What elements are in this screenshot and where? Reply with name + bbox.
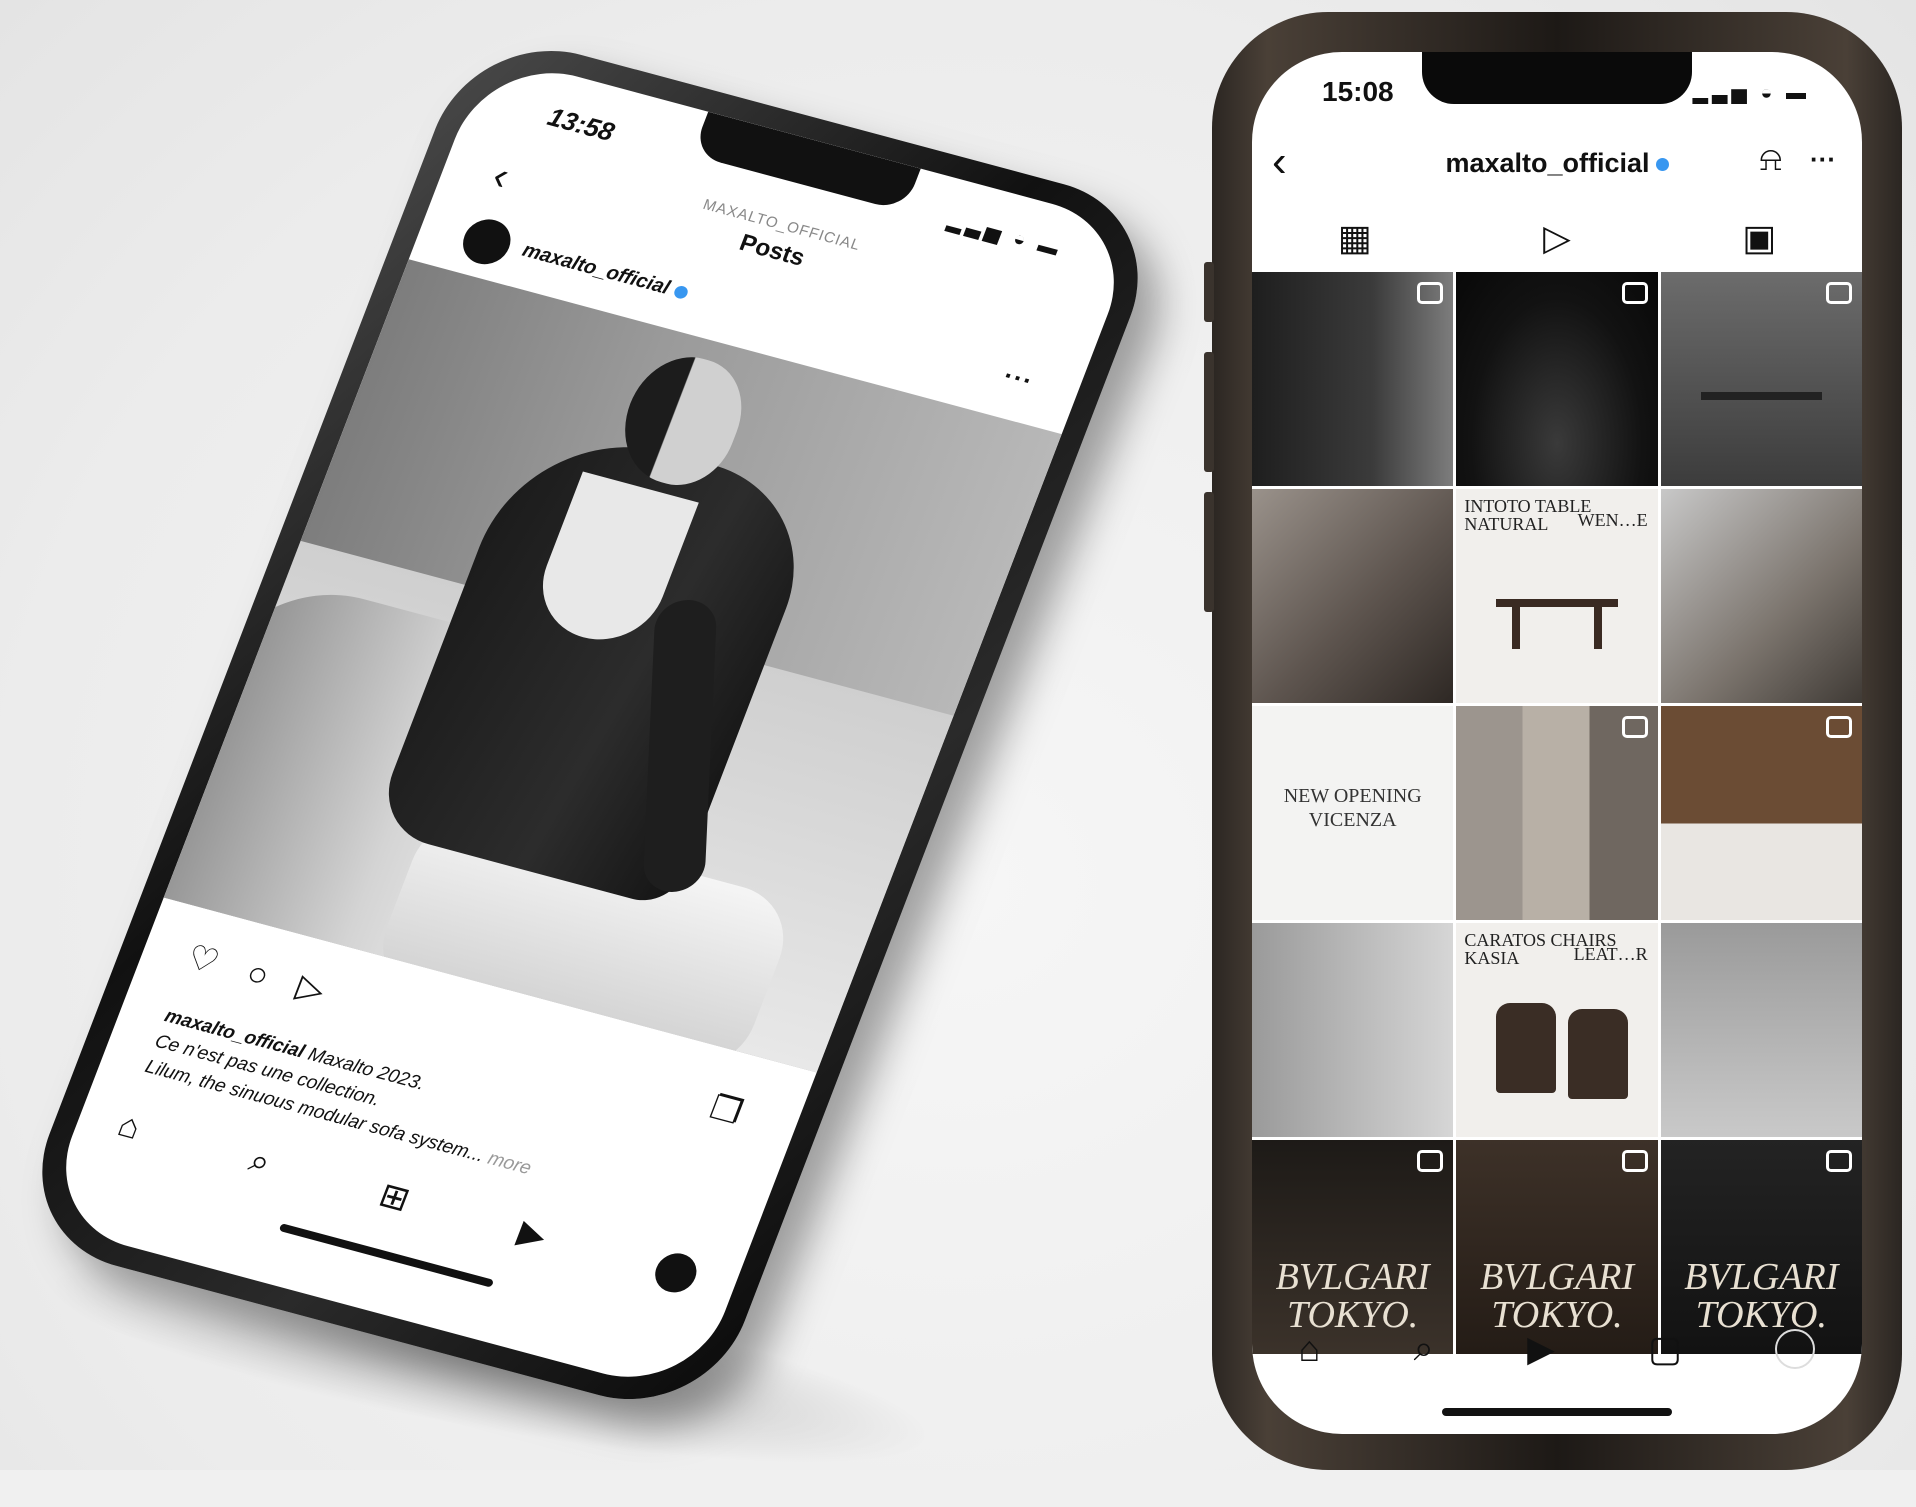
grid-post[interactable] <box>1660 706 1862 920</box>
verified-badge-icon <box>1655 158 1669 172</box>
reel-icon <box>1621 716 1648 738</box>
create-icon[interactable]: ⊞ <box>374 1175 416 1220</box>
mute-switch <box>1204 262 1214 322</box>
reel-icon <box>1417 282 1444 304</box>
grid-post[interactable]: INTOTO TABLE NATURAL WEN…E <box>1456 489 1658 703</box>
photo-chair <box>1568 1009 1629 1099</box>
grid-post[interactable]: NEW OPENING VICENZA <box>1252 706 1454 920</box>
carousel-icon <box>1825 1150 1852 1172</box>
grid-post[interactable] <box>1660 272 1862 486</box>
photo-table-leg <box>1512 605 1521 649</box>
tile-subtitle: LEAT…R <box>1573 944 1648 964</box>
shop-icon[interactable]: ▢ <box>1648 1328 1682 1370</box>
grid-post[interactable] <box>1456 706 1658 920</box>
status-icons: ▂▃▅ ◒ ▬ <box>944 210 1066 262</box>
heart-icon[interactable]: ♡ <box>181 938 224 982</box>
avatar[interactable] <box>456 214 518 270</box>
search-icon[interactable]: ⌕ <box>244 1141 276 1183</box>
tile-headline: BVLGARI TOKYO. <box>1479 1256 1635 1336</box>
share-icon[interactable]: ▷ <box>291 968 330 1010</box>
grid-post[interactable] <box>1252 272 1454 486</box>
home-icon[interactable]: ⌂ <box>112 1105 147 1147</box>
status-time: 13:58 <box>543 101 619 147</box>
grid-post[interactable]: BVLGARI TOKYO. <box>1252 1140 1454 1354</box>
reels-icon[interactable]: ▶ <box>1527 1328 1555 1370</box>
caption-more-link[interactable]: more <box>485 1148 534 1179</box>
reel-icon <box>1621 282 1648 304</box>
post-grid: INTOTO TABLE NATURAL WEN…E NEW OPENING V… <box>1252 272 1862 1354</box>
tagged-tab-icon[interactable]: ▣ <box>1742 217 1776 259</box>
notch <box>1422 52 1692 104</box>
home-indicator <box>1442 1408 1672 1416</box>
right-phone: 15:08 ▂▃▅ ◒ ▬ ‹ maxalto_official ⍾ ··· ▦… <box>1204 12 1902 1470</box>
carousel-icon <box>1417 1150 1444 1172</box>
search-icon[interactable]: ⌕ <box>1414 1327 1434 1370</box>
profile-avatar-icon[interactable] <box>1775 1328 1816 1369</box>
carousel-icon <box>1621 1150 1648 1172</box>
more-options-icon[interactable]: ··· <box>999 360 1038 397</box>
right-phone-screen: 15:08 ▂▃▅ ◒ ▬ ‹ maxalto_official ⍾ ··· ▦… <box>1252 52 1862 1434</box>
post-actions: ♡ ○ ▷ <box>181 937 352 1017</box>
tile-headline: BVLGARI TOKYO. <box>1275 1256 1430 1336</box>
profile-avatar-icon[interactable] <box>649 1248 703 1297</box>
status-time: 15:08 <box>1322 76 1394 107</box>
bookmark-icon[interactable]: ❐ <box>704 1088 748 1133</box>
reels-icon[interactable]: ▶ <box>513 1212 553 1256</box>
grid-post[interactable] <box>1660 923 1862 1137</box>
bottom-nav: ⌂ ⌕ ▶ ▢ <box>1252 1327 1862 1370</box>
grid-post[interactable]: BVLGARI TOKYO. <box>1660 1140 1862 1354</box>
home-icon[interactable]: ⌂ <box>1299 1328 1321 1370</box>
grid-post[interactable] <box>1252 923 1454 1137</box>
grid-tab-icon[interactable]: ▦ <box>1338 217 1372 259</box>
profile-tabs: ▦ ▷ ▣ <box>1252 210 1862 266</box>
left-phone: 13:58 ▂▃▅ ◒ ▬ ‹ MAXALTO_OFFICIAL Posts m… <box>9 26 1171 1424</box>
photo-table <box>1700 392 1822 400</box>
volume-up-button <box>1204 352 1214 472</box>
tile-text: NEW OPENING VICENZA <box>1283 785 1422 831</box>
reel-icon <box>1825 282 1852 304</box>
status-icons: ▂▃▅ ◒ ▬ <box>1692 82 1810 104</box>
photo-table-leg <box>1593 605 1602 649</box>
reels-tab-icon[interactable]: ▷ <box>1543 217 1571 259</box>
grid-post[interactable] <box>1252 489 1454 703</box>
photo-chair <box>1496 1003 1557 1093</box>
scene-background: 13:58 ▂▃▅ ◒ ▬ ‹ MAXALTO_OFFICIAL Posts m… <box>0 0 1916 1507</box>
verified-badge-icon <box>672 284 690 301</box>
left-phone-screen: 13:58 ▂▃▅ ◒ ▬ ‹ MAXALTO_OFFICIAL Posts m… <box>39 52 1141 1398</box>
grid-post[interactable]: CARATOS CHAIRS KASIA LEAT…R <box>1456 923 1658 1137</box>
tile-title: INTOTO TABLE NATURAL <box>1464 496 1592 534</box>
grid-post[interactable] <box>1660 489 1862 703</box>
carousel-icon <box>1825 716 1852 738</box>
grid-post[interactable]: BVLGARI TOKYO. <box>1456 1140 1658 1354</box>
grid-post[interactable] <box>1456 272 1658 486</box>
comment-icon[interactable]: ○ <box>241 954 275 995</box>
volume-down-button <box>1204 492 1214 612</box>
tile-headline: BVLGARI TOKYO. <box>1684 1256 1839 1336</box>
more-options-icon[interactable]: ··· <box>1810 144 1836 175</box>
post-image[interactable] <box>163 259 1062 1073</box>
bell-icon[interactable]: ⍾ <box>1759 140 1782 179</box>
tile-subtitle: WEN…E <box>1577 510 1648 530</box>
